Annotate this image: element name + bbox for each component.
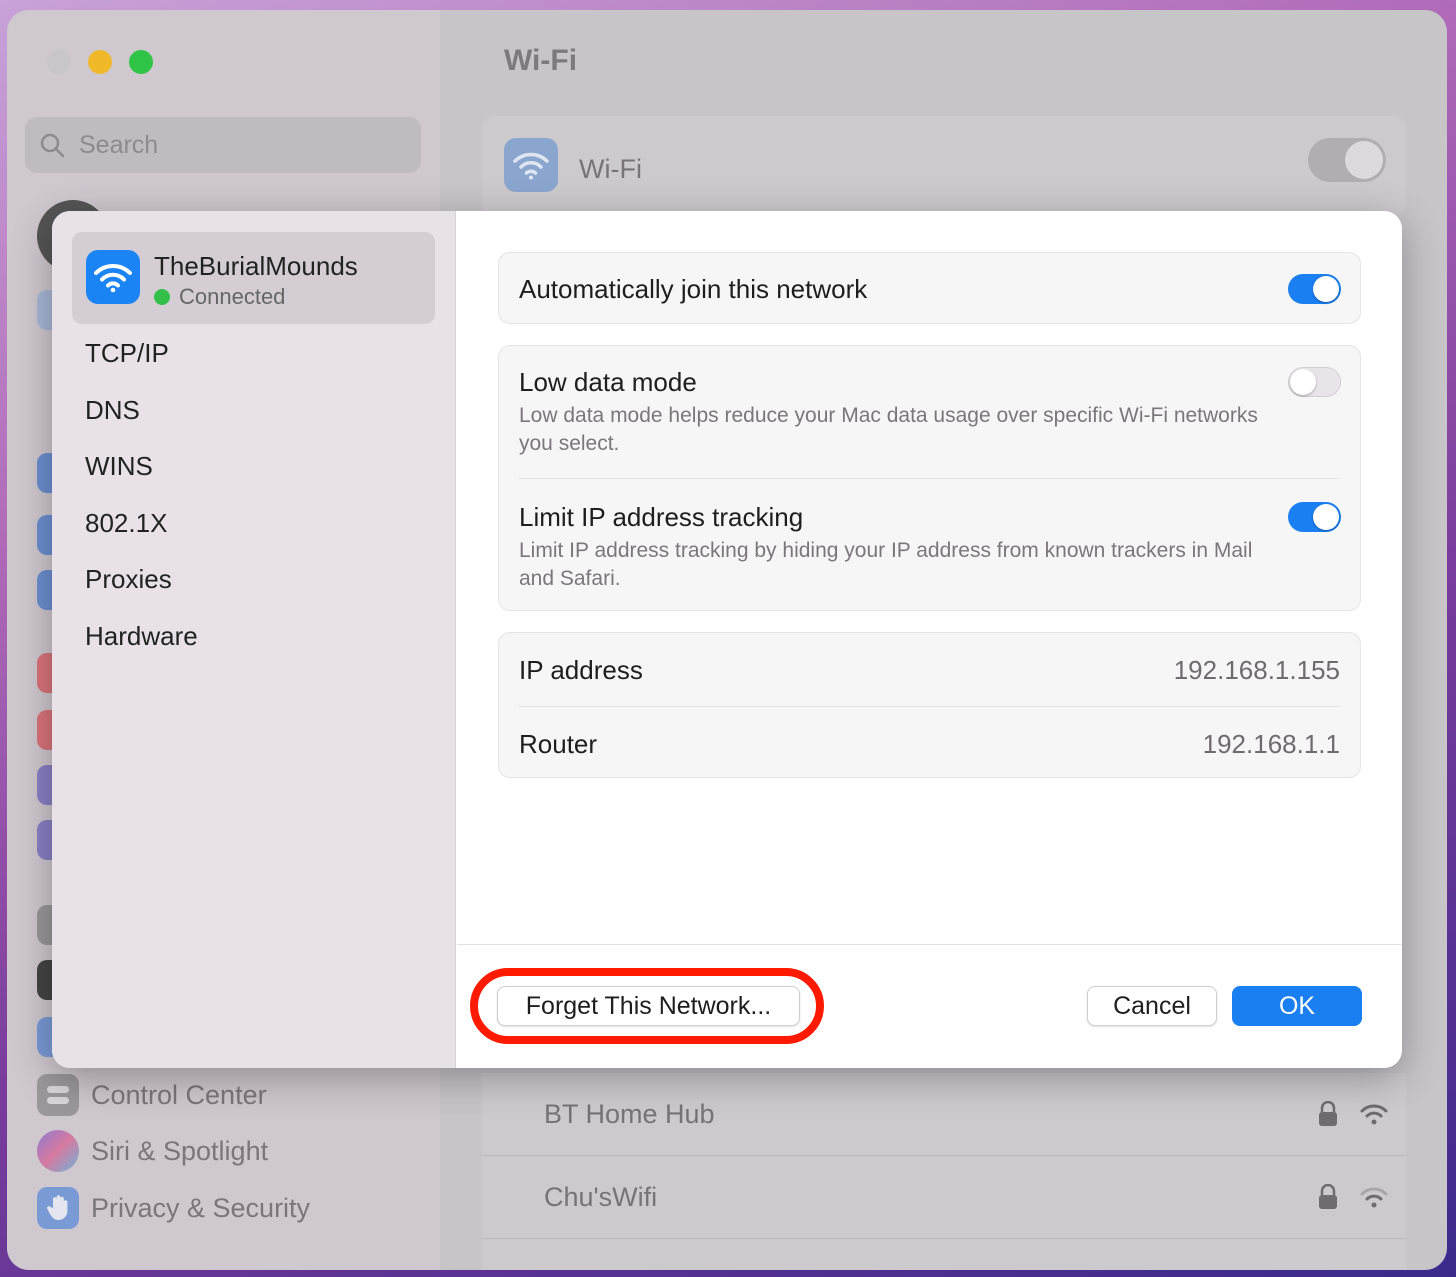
- cancel-button[interactable]: Cancel: [1087, 986, 1217, 1026]
- wifi-toggle[interactable]: [1308, 138, 1386, 182]
- network-list: BT Home Hub Chu'sWifi: [482, 1073, 1406, 1270]
- network-name: Chu'sWifi: [544, 1181, 658, 1212]
- router-value: 192.168.1.1: [1202, 729, 1340, 759]
- footer-divider: [457, 944, 1402, 945]
- ip-address-value: 192.168.1.155: [1173, 655, 1340, 685]
- wifi-signal-icon: [1360, 1104, 1388, 1125]
- siri-icon: [37, 1130, 79, 1172]
- low-data-label: Low data mode: [519, 367, 697, 397]
- nav-wins[interactable]: WINS: [85, 451, 153, 482]
- network-name: BT Home Hub: [544, 1098, 715, 1129]
- privacy-card: Low data mode Low data mode helps reduce…: [498, 345, 1361, 611]
- status-text: Connected: [179, 284, 286, 309]
- selected-network[interactable]: TheBurialMounds Connected: [72, 232, 435, 324]
- lock-icon: [1319, 1101, 1337, 1126]
- limit-ip-description: Limit IP address tracking by hiding your…: [519, 539, 1253, 590]
- low-data-toggle[interactable]: [1288, 367, 1341, 397]
- wifi-icon: [86, 250, 140, 304]
- search-placeholder: Search: [79, 130, 159, 159]
- wifi-label: Wi-Fi: [579, 154, 642, 184]
- sidebar-item-siri-spotlight[interactable]: Siri & Spotlight: [37, 1130, 268, 1172]
- network-row[interactable]: BT Home Hub: [482, 1073, 1406, 1155]
- sheet-sidebar: TheBurialMounds Connected TCP/IP DNS WIN…: [52, 211, 456, 1068]
- sidebar-item-control-center[interactable]: Control Center: [37, 1074, 267, 1116]
- low-data-description: Low data mode helps reduce your Mac data…: [519, 404, 1258, 455]
- wifi-signal-icon: [1360, 1187, 1388, 1208]
- limit-ip-label: Limit IP address tracking: [519, 502, 804, 532]
- network-name: TheBurialMounds: [154, 251, 358, 281]
- sidebar-item-label: Control Center: [91, 1079, 267, 1110]
- ok-button[interactable]: OK: [1232, 986, 1362, 1026]
- nav-hardware[interactable]: Hardware: [85, 621, 198, 652]
- auto-join-label: Automatically join this network: [519, 274, 868, 304]
- nav-802-1x[interactable]: 802.1X: [85, 508, 167, 539]
- limit-ip-toggle[interactable]: [1288, 502, 1341, 532]
- auto-join-toggle[interactable]: [1288, 274, 1341, 304]
- minimize-window-button[interactable]: [88, 50, 112, 74]
- divider: [519, 706, 1340, 707]
- highlight-annotation: [470, 968, 824, 1044]
- page-title: Wi-Fi: [504, 44, 578, 77]
- sidebar-item-label: Siri & Spotlight: [91, 1135, 269, 1166]
- address-card: IP address 192.168.1.155 Router 192.168.…: [498, 632, 1361, 778]
- maximize-window-button[interactable]: [129, 50, 153, 74]
- nav-dns[interactable]: DNS: [85, 395, 140, 426]
- wifi-card: Wi-Fi: [482, 116, 1406, 216]
- search-icon: [40, 133, 65, 158]
- nav-proxies[interactable]: Proxies: [85, 564, 172, 595]
- hand-icon: [37, 1187, 79, 1229]
- wifi-icon: [504, 138, 558, 192]
- close-window-button[interactable]: [47, 50, 71, 74]
- router-label: Router: [519, 729, 598, 759]
- control-center-icon: [37, 1074, 79, 1116]
- network-details-sheet: TheBurialMounds Connected TCP/IP DNS WIN…: [52, 211, 1402, 1068]
- divider: [482, 1238, 1406, 1239]
- sheet-content: Automatically join this network Low data…: [457, 211, 1402, 1068]
- sidebar-item-privacy-security[interactable]: Privacy & Security: [37, 1187, 310, 1229]
- sidebar-item-label: Privacy & Security: [91, 1192, 311, 1223]
- search-field[interactable]: Search: [25, 117, 421, 173]
- lock-icon: [1319, 1184, 1337, 1209]
- network-row[interactable]: Chu'sWifi: [482, 1156, 1406, 1238]
- nav-tcp-ip[interactable]: TCP/IP: [85, 338, 169, 369]
- connection-status: Connected: [154, 284, 285, 310]
- auto-join-card: Automatically join this network: [498, 252, 1361, 324]
- window-controls: [47, 50, 153, 74]
- divider: [519, 478, 1340, 479]
- connected-dot-icon: [154, 289, 170, 305]
- ip-address-label: IP address: [519, 655, 643, 685]
